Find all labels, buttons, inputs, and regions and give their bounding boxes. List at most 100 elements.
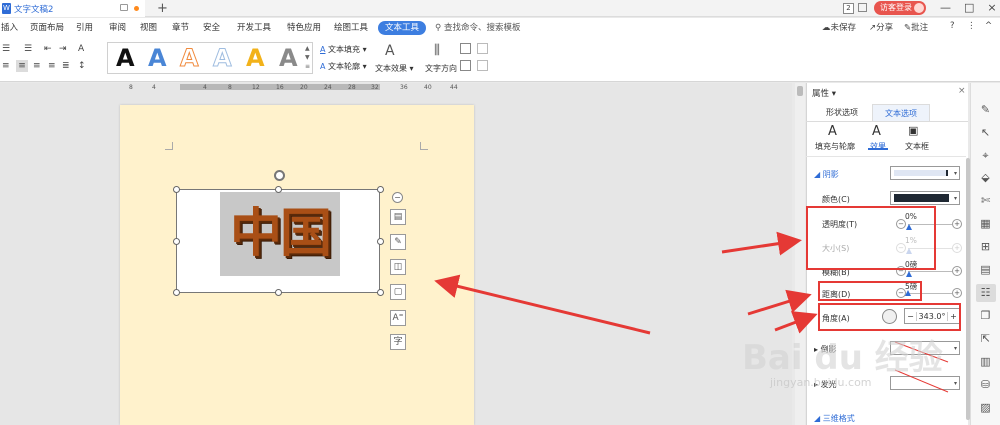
subtab-textbox[interactable]: 文本框 [905, 141, 929, 152]
new-tab-button[interactable]: + [157, 0, 168, 17]
book-icon[interactable]: ▥ [979, 355, 992, 368]
unsaved-status[interactable]: ☁未保存 [822, 21, 856, 33]
panel-close-button[interactable]: × [958, 86, 966, 96]
pen-icon[interactable]: ✎ [979, 103, 992, 116]
collapse-ribbon-button[interactable]: ^ [985, 21, 992, 31]
rotate-handle[interactable] [274, 170, 285, 181]
font-button[interactable]: 字 [390, 334, 406, 350]
picture-icon[interactable]: ▨ [979, 401, 992, 414]
clip-icon[interactable]: ✄ [979, 194, 992, 207]
align-right-icon[interactable]: ≡ [33, 61, 41, 72]
menu-view[interactable]: 视图 [140, 21, 157, 33]
cursor-icon[interactable]: ↖ [979, 126, 992, 139]
text-effect-button[interactable]: 文本效果 ▾ [375, 63, 414, 74]
resize-handle[interactable] [275, 289, 282, 296]
shadow-color-select[interactable]: ▾ [890, 191, 960, 205]
3d-format-section-header[interactable]: ◢ 三维格式 [814, 413, 855, 424]
subtab-fill-outline[interactable]: 填充与轮廓 [815, 141, 855, 152]
shape-outline-button[interactable]: ✎ [390, 234, 406, 250]
resize-handle[interactable] [377, 186, 384, 193]
transparency-increase-button[interactable]: + [952, 219, 962, 229]
justify-icon[interactable]: ≡ [48, 61, 56, 72]
minimize-button[interactable]: — [940, 1, 951, 14]
tab-text-options[interactable]: 文本选项 [872, 104, 930, 121]
text-style-gold[interactable]: A [246, 44, 265, 72]
textbox-link-icon[interactable] [460, 60, 471, 71]
resize-handle[interactable] [275, 186, 282, 193]
effects-icon[interactable]: A [872, 124, 881, 139]
text-style-gray[interactable]: A [279, 44, 298, 72]
subtab-effects[interactable]: 效果 [870, 141, 886, 152]
increase-indent-icon[interactable]: ⇥ [59, 44, 67, 55]
share-button[interactable]: ↗分享 [869, 21, 893, 33]
shape-fill-button[interactable]: ◫ [390, 259, 406, 275]
resize-handle[interactable] [173, 186, 180, 193]
resize-handle[interactable] [377, 238, 384, 245]
size-increase-button[interactable]: + [952, 243, 962, 253]
annotate-button[interactable]: ✎批注 [904, 21, 928, 33]
fill-bucket-icon[interactable]: ⬙ [979, 171, 992, 184]
textbox-3d-text[interactable]: 中国 [220, 196, 340, 272]
text-case-icon[interactable]: A [78, 44, 84, 55]
database-icon[interactable]: ⛁ [979, 378, 992, 391]
text-style-light-blue-outline[interactable]: A [213, 44, 233, 73]
menu-insert[interactable]: 插入 [1, 21, 18, 33]
close-button[interactable]: × [987, 1, 996, 14]
scroll-thumb[interactable] [797, 86, 803, 96]
help-button[interactable]: ? [950, 21, 955, 31]
grid-icon[interactable]: ⊞ [979, 240, 992, 253]
menu-developer[interactable]: 开发工具 [237, 21, 271, 33]
gallery-scroll[interactable]: ▲ ▼ ≡ [305, 44, 312, 71]
layout-options-button[interactable]: ▤ [390, 209, 406, 225]
window-layout-icon[interactable] [858, 3, 867, 12]
fill-outline-icon[interactable]: A [828, 124, 837, 139]
menu-security[interactable]: 安全 [203, 21, 220, 33]
distance-increase-button[interactable]: + [952, 288, 962, 298]
menu-references[interactable]: 引用 [76, 21, 93, 33]
menu-text-tools[interactable]: 文本工具 [378, 21, 426, 35]
text-style-blue[interactable]: A [148, 44, 167, 72]
copy-icon[interactable]: ❐ [979, 309, 992, 322]
line-spacing-icon[interactable]: ↕ [78, 61, 86, 72]
shape-style-button[interactable]: ▢ [390, 284, 406, 300]
menu-drawing-tools[interactable]: 绘图工具 [334, 21, 368, 33]
text-fill-button[interactable]: A 文本填充 ▾ [320, 44, 367, 55]
resize-handle[interactable] [173, 238, 180, 245]
align-text-icon[interactable] [460, 43, 471, 54]
break-link-icon[interactable] [477, 60, 488, 71]
text-effect-icon[interactable]: A [385, 43, 395, 59]
text-direction-icon[interactable]: ⫼ [434, 43, 440, 58]
distribute-icon[interactable]: ≣ [62, 61, 70, 72]
collapse-float-tools-button[interactable]: − [392, 192, 403, 203]
menu-review[interactable]: 审阅 [109, 21, 126, 33]
text-outline-button[interactable]: A 文本轮廓 ▾ [320, 61, 367, 72]
export-icon[interactable]: ⇱ [979, 332, 992, 345]
window-count-badge[interactable]: 2 [843, 3, 854, 14]
decrease-indent-icon[interactable]: ⇤ [44, 44, 52, 55]
shadow-section-header[interactable]: ◢ 阴影 [814, 169, 839, 180]
location-icon[interactable]: ⌖ [979, 149, 992, 162]
textbox-icon[interactable]: ▣ [908, 124, 918, 137]
text-style-black[interactable]: A [116, 44, 135, 72]
text-style-orange-outline[interactable]: A [180, 44, 200, 73]
align-left-icon[interactable]: ≡ [2, 61, 10, 72]
text-wrap-button[interactable]: A⁼ [390, 310, 406, 326]
more-button[interactable]: ⋮ [967, 21, 976, 31]
table-icon[interactable]: ▦ [979, 217, 992, 230]
create-link-icon[interactable] [477, 43, 488, 54]
guest-login-button[interactable]: 访客登录 [874, 1, 926, 15]
text-direction-button[interactable]: 文字方向 [425, 63, 457, 74]
blur-increase-button[interactable]: + [952, 266, 962, 276]
menu-page-layout[interactable]: 页面布局 [30, 21, 64, 33]
command-search[interactable]: ⚲ 查找命令、搜索模板 [435, 21, 520, 33]
settings-sliders-icon[interactable]: ☷ [979, 286, 992, 299]
blur-slider-track[interactable] [908, 271, 952, 272]
monitor-icon[interactable] [120, 4, 128, 11]
menu-features[interactable]: 特色应用 [287, 21, 321, 33]
resize-handle[interactable] [173, 289, 180, 296]
shadow-preset-select[interactable]: ▾ [890, 166, 960, 180]
maximize-button[interactable]: □ [964, 1, 974, 14]
menu-chapter[interactable]: 章节 [172, 21, 189, 33]
resize-handle[interactable] [377, 289, 384, 296]
tab-shape-options[interactable]: 形状选项 [812, 104, 872, 121]
